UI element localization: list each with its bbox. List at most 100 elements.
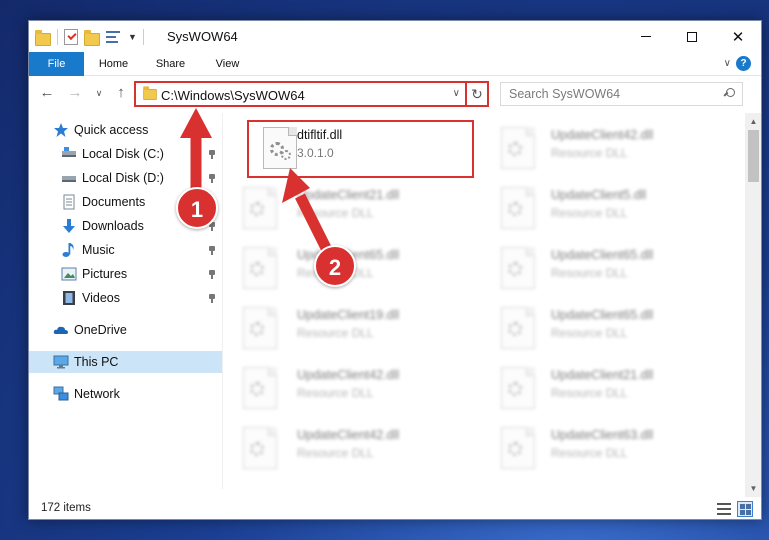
sidebar-item-network[interactable]: Network [29, 383, 222, 405]
sidebar-item-label: Documents [82, 195, 146, 209]
close-button[interactable]: ✕ [715, 21, 761, 52]
address-path[interactable]: C:\Windows\SysWOW64 [161, 88, 305, 103]
file-name: UpdateClient65.dll [551, 248, 654, 262]
up-button[interactable]: ↑ [111, 83, 131, 103]
tab-home[interactable]: Home [85, 52, 142, 76]
monitor-icon [53, 355, 69, 369]
file-name: UpdateClient21.dll [551, 368, 654, 382]
folder-icon[interactable] [35, 29, 51, 46]
file-description: Resource DLL [551, 266, 628, 280]
sidebar-item-label: Quick access [74, 123, 149, 137]
close-icon: ✕ [731, 28, 745, 46]
vertical-scrollbar[interactable]: ▲ ▼ [745, 113, 761, 497]
sidebar-item-music[interactable]: Music [29, 239, 222, 261]
sidebar-item-label: Network [74, 387, 120, 401]
file-description: Resource DLL [297, 446, 374, 460]
file-description: Resource DLL [551, 206, 628, 220]
sidebar-item-label: Downloads [82, 219, 144, 233]
pin-icon[interactable] [209, 270, 215, 279]
minimize-button[interactable] [623, 21, 669, 52]
file-item[interactable]: UpdateClient42.dll Resource DLL [481, 119, 701, 175]
sidebar-item-onedrive[interactable]: OneDrive [29, 319, 222, 341]
scroll-up-arrow-icon[interactable]: ▲ [745, 113, 761, 130]
network-icon [53, 386, 69, 401]
pin-icon[interactable] [209, 150, 215, 159]
forward-arrow-icon: → [67, 84, 83, 101]
sidebar-item-quick-access[interactable]: Quick access [29, 119, 222, 141]
sidebar-item-local-disk-c[interactable]: Local Disk (C:) [29, 143, 222, 165]
file-item[interactable]: UpdateClient65.dll Resource DLL [481, 239, 701, 295]
step-number-badge: 1 [176, 187, 218, 229]
search-input[interactable] [509, 86, 719, 102]
downloads-icon [63, 219, 75, 233]
dll-file-icon [501, 307, 535, 349]
sidebar-item-pictures[interactable]: Pictures [29, 263, 222, 285]
maximize-icon [687, 31, 697, 42]
properties-list-icon[interactable] [106, 30, 122, 44]
back-button[interactable]: ← [37, 83, 57, 103]
file-description: Resource DLL [297, 206, 374, 220]
file-description: Resource DLL [551, 146, 628, 160]
properties-check-icon[interactable] [64, 29, 78, 45]
sidebar-item-videos[interactable]: Videos [29, 287, 222, 309]
dll-file-icon [243, 247, 277, 289]
file-name: UpdateClient5.dll [551, 188, 647, 202]
back-arrow-icon: ← [39, 84, 55, 101]
tab-share[interactable]: Share [142, 52, 199, 76]
pin-icon[interactable] [209, 246, 215, 255]
pane-divider[interactable] [222, 113, 223, 489]
maximize-button[interactable] [669, 21, 715, 52]
file-item[interactable]: UpdateClient65.dll Resource DLL [481, 299, 701, 355]
pin-icon[interactable] [209, 294, 215, 303]
file-highlight-box [247, 120, 474, 178]
chevron-down-icon: ∨ [95, 88, 103, 98]
file-item[interactable]: UpdateClient19.dll Resource DLL [243, 299, 463, 355]
file-name: UpdateClient65.dll [551, 308, 654, 322]
new-folder-icon[interactable] [84, 29, 100, 46]
dll-file-icon [501, 127, 535, 169]
pin-icon[interactable] [209, 174, 215, 183]
dll-file-icon [243, 427, 277, 469]
address-bar[interactable]: C:\Windows\SysWOW64 ∨ ↻ [134, 81, 489, 107]
sidebar-item-label: Pictures [82, 267, 128, 281]
quick-access-toolbar: ▼ [35, 27, 144, 47]
tab-file[interactable]: File [29, 52, 84, 76]
scrollbar-thumb[interactable] [748, 130, 759, 182]
file-name: UpdateClient42.dll [297, 368, 400, 382]
file-item[interactable]: UpdateClient63.dll Resource DLL [481, 419, 701, 475]
dll-file-icon [501, 247, 535, 289]
customize-toolbar-arrow-icon[interactable]: ▼ [128, 32, 137, 42]
dll-file-icon [501, 187, 535, 229]
sidebar-item-this-pc[interactable]: This PC [29, 351, 222, 373]
step-number-badge: 2 [314, 245, 356, 287]
star-icon [54, 123, 68, 137]
address-dropdown-chevron-icon[interactable]: ∨ [453, 88, 460, 99]
file-item[interactable]: UpdateClient42.dll Resource DLL [243, 359, 463, 415]
details-view-icon[interactable] [717, 503, 731, 515]
file-item[interactable]: UpdateClient5.dll Resource DLL [481, 179, 701, 235]
up-arrow-icon: ↑ [117, 84, 125, 101]
search-icon[interactable] [724, 88, 735, 99]
recent-locations-button[interactable]: ∨ [89, 83, 109, 103]
window-title: SysWOW64 [167, 29, 238, 44]
dll-file-icon [243, 367, 277, 409]
refresh-icon: ↻ [471, 86, 483, 102]
sidebar-item-label: Local Disk (C:) [82, 147, 164, 161]
file-item[interactable]: UpdateClient21.dll Resource DLL [481, 359, 701, 415]
expand-ribbon-chevron-icon[interactable]: ∨ [724, 58, 731, 69]
file-item[interactable]: UpdateClient21.dll Resource DLL [243, 179, 463, 235]
help-icon[interactable]: ? [736, 56, 751, 71]
tab-view[interactable]: View [199, 52, 256, 76]
scroll-down-arrow-icon[interactable]: ▼ [745, 480, 761, 497]
sidebar-item-label: Music [82, 243, 115, 257]
file-name: UpdateClient42.dll [297, 428, 400, 442]
large-icons-view-icon[interactable] [737, 501, 753, 517]
sidebar-item-label: Videos [82, 291, 120, 305]
sidebar-item-label: OneDrive [74, 323, 127, 337]
file-item[interactable]: UpdateClient42.dll Resource DLL [243, 419, 463, 475]
file-name: UpdateClient42.dll [551, 128, 654, 142]
refresh-button[interactable]: ↻ [465, 83, 487, 105]
search-box[interactable] [500, 82, 743, 106]
sidebar-item-local-disk-d[interactable]: Local Disk (D:) [29, 167, 222, 189]
forward-button[interactable]: → [65, 83, 85, 103]
